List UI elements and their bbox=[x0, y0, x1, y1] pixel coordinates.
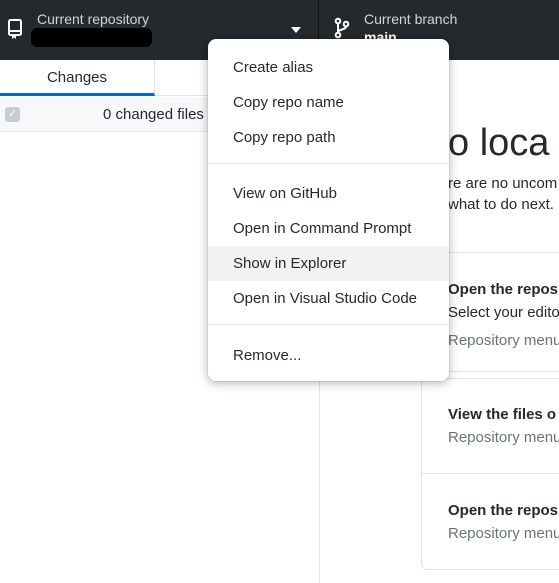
card-hint: Repository menu bbox=[448, 429, 559, 446]
card-title: View the files o bbox=[448, 406, 557, 423]
open-repository-card[interactable]: Open the repos Repository menu bbox=[421, 474, 559, 570]
card-hint: Repository menu bbox=[448, 525, 559, 542]
git-branch-icon bbox=[334, 17, 350, 39]
select-all-checkbox[interactable]: ✓ bbox=[5, 107, 20, 122]
menu-separator bbox=[208, 163, 449, 164]
card-title: Open the repos bbox=[448, 502, 559, 519]
description-line: what to do next. bbox=[448, 196, 554, 213]
view-files-card[interactable]: View the files o Repository menu bbox=[421, 378, 559, 474]
repo-icon bbox=[8, 19, 22, 39]
menu-item-view-on-github[interactable]: View on GitHub bbox=[208, 176, 449, 211]
page-title: o loca bbox=[448, 122, 550, 164]
repository-name-redacted bbox=[31, 28, 152, 47]
card-hint: Repository menu bbox=[448, 332, 559, 349]
branch-label: Current branch bbox=[364, 11, 458, 27]
description-line: re are no uncom bbox=[448, 175, 558, 192]
menu-item-open-command-prompt[interactable]: Open in Command Prompt bbox=[208, 211, 449, 246]
menu-item-show-in-explorer[interactable]: Show in Explorer bbox=[208, 246, 449, 281]
changed-files-count: 0 changed files bbox=[103, 106, 204, 123]
menu-item-create-alias[interactable]: Create alias bbox=[208, 50, 449, 85]
card-title: Open the repos bbox=[448, 281, 559, 298]
menu-item-open-vs-code[interactable]: Open in Visual Studio Code bbox=[208, 281, 449, 316]
menu-separator bbox=[208, 324, 449, 325]
menu-item-remove[interactable]: Remove... bbox=[208, 338, 449, 373]
tab-changes[interactable]: Changes bbox=[0, 60, 155, 96]
menu-item-copy-repo-path[interactable]: Copy repo path bbox=[208, 120, 449, 155]
card-text: Select your edito bbox=[448, 304, 559, 321]
repository-context-menu: Create alias Copy repo name Copy repo pa… bbox=[208, 39, 449, 381]
menu-item-copy-repo-name[interactable]: Copy repo name bbox=[208, 85, 449, 120]
repository-label: Current repository bbox=[37, 11, 150, 27]
caret-down-icon[interactable] bbox=[290, 25, 302, 35]
